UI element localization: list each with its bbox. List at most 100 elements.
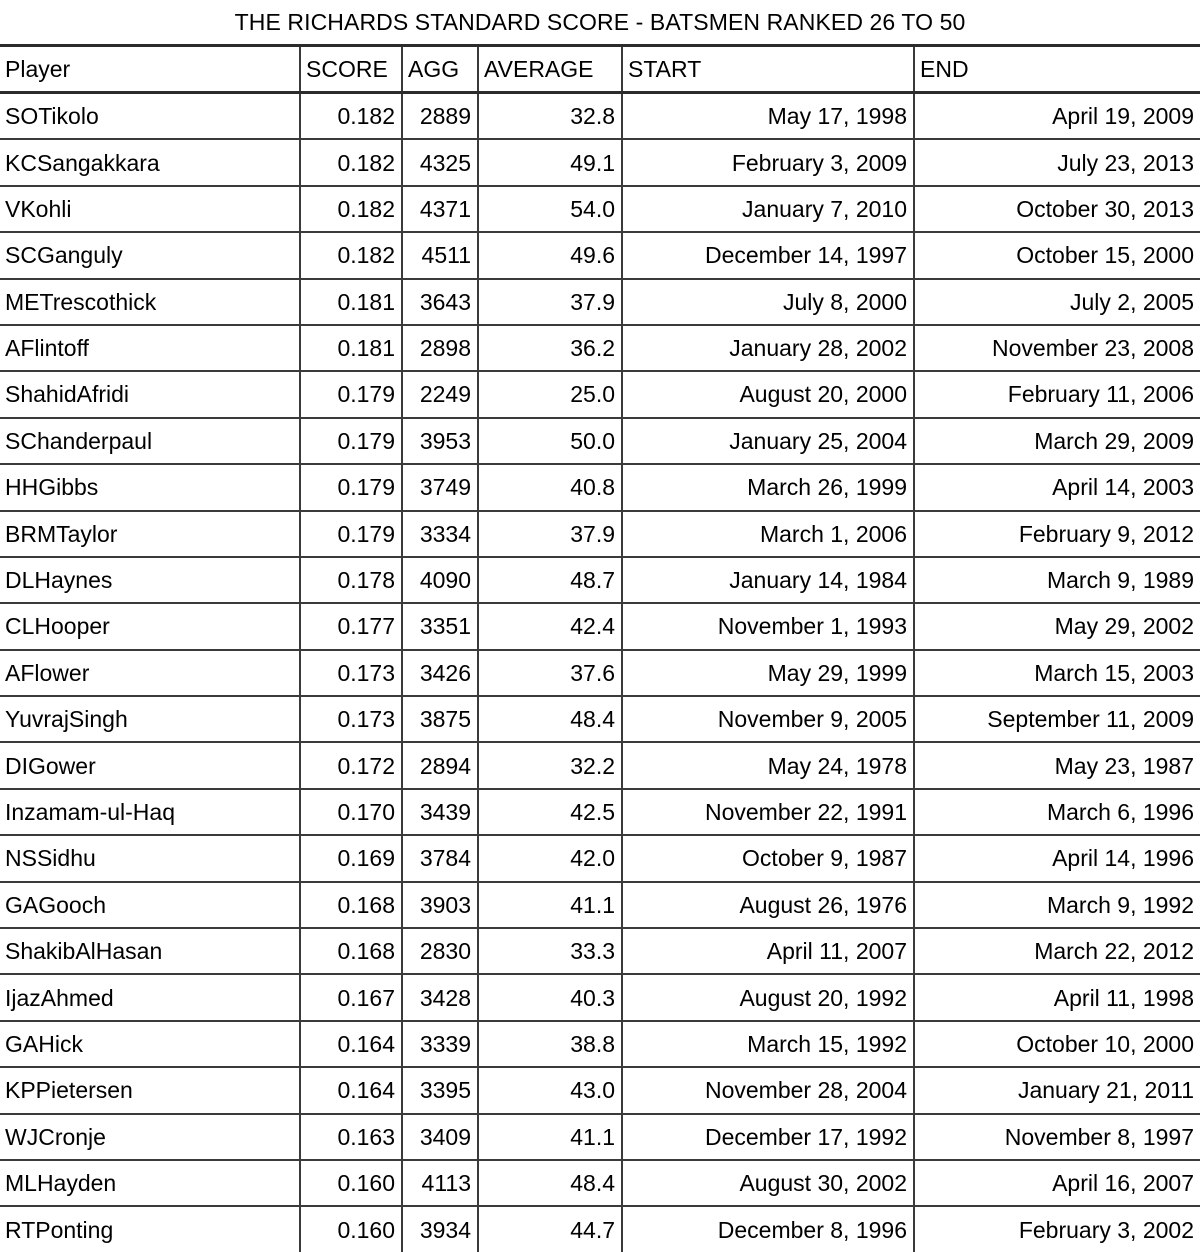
- cell-end[interactable]: March 22, 2012: [914, 928, 1200, 976]
- table-row[interactable]: BRMTaylor 0.179 3334 37.9 March 1, 2006 Febru…: [0, 510, 1200, 558]
- cell-start[interactable]: November 9, 2005: [622, 696, 915, 744]
- cell-start[interactable]: December 14, 1997: [622, 232, 915, 280]
- cell-score[interactable]: 0.179: [300, 510, 403, 558]
- cell-score[interactable]: 0.160: [300, 1206, 403, 1252]
- cell-player[interactable]: CLHooper: [0, 603, 301, 651]
- cell-agg[interactable]: 3875: [402, 696, 479, 744]
- cell-score[interactable]: 0.181: [300, 278, 403, 326]
- cell-end[interactable]: July 2, 2005: [914, 278, 1200, 326]
- cell-player[interactable]: Inzamam-ul-Haq: [0, 788, 301, 837]
- cell-average[interactable]: 48.7: [478, 556, 623, 605]
- table-row[interactable]: YuvrajSingh 0.173 3875 48.4 November 9, 2005…: [0, 696, 1200, 744]
- cell-agg[interactable]: 2830: [402, 928, 479, 976]
- cell-start[interactable]: March 26, 1999: [622, 464, 915, 512]
- cell-agg[interactable]: 2249: [402, 371, 479, 419]
- cell-end[interactable]: September 11, 2009: [914, 696, 1200, 744]
- cell-average[interactable]: 37.9: [478, 278, 623, 326]
- table-row[interactable]: AFlintoff 0.181 2898 36.2 January 28, 2002 No…: [0, 324, 1200, 373]
- cell-end[interactable]: March 15, 2003: [914, 649, 1200, 698]
- column-header-agg[interactable]: AGG: [402, 45, 479, 94]
- cell-score[interactable]: 0.170: [300, 788, 403, 837]
- cell-player[interactable]: SCGanguly: [0, 232, 301, 280]
- cell-agg[interactable]: 3749: [402, 464, 479, 512]
- cell-score[interactable]: 0.179: [300, 417, 403, 466]
- cell-player[interactable]: GAHick: [0, 1020, 301, 1069]
- cell-start[interactable]: January 7, 2010: [622, 185, 915, 234]
- cell-agg[interactable]: 2894: [402, 742, 479, 790]
- cell-score[interactable]: 0.164: [300, 1020, 403, 1069]
- cell-player[interactable]: DLHaynes: [0, 556, 301, 605]
- cell-player[interactable]: METrescothick: [0, 278, 301, 326]
- cell-average[interactable]: 42.0: [478, 835, 623, 883]
- cell-start[interactable]: November 28, 2004: [622, 1067, 915, 1115]
- table-row[interactable]: SOTikolo 0.182 2889 32.8 May 17, 1998 April 1…: [0, 92, 1200, 141]
- cell-average[interactable]: 37.9: [478, 510, 623, 558]
- cell-start[interactable]: August 20, 1992: [622, 974, 915, 1022]
- cell-agg[interactable]: 3409: [402, 1113, 479, 1161]
- cell-agg[interactable]: 3339: [402, 1020, 479, 1069]
- cell-agg[interactable]: 4371: [402, 185, 479, 234]
- cell-average[interactable]: 40.3: [478, 974, 623, 1022]
- cell-start[interactable]: January 25, 2004: [622, 417, 915, 466]
- cell-start[interactable]: November 1, 1993: [622, 603, 915, 651]
- cell-score[interactable]: 0.168: [300, 881, 403, 930]
- cell-start[interactable]: April 11, 2007: [622, 928, 915, 976]
- cell-average[interactable]: 41.1: [478, 1113, 623, 1161]
- cell-end[interactable]: March 6, 1996: [914, 788, 1200, 837]
- cell-start[interactable]: October 9, 1987: [622, 835, 915, 883]
- cell-average[interactable]: 48.4: [478, 696, 623, 744]
- cell-average[interactable]: 42.5: [478, 788, 623, 837]
- cell-average[interactable]: 50.0: [478, 417, 623, 466]
- table-row[interactable]: SChanderpaul 0.179 3953 50.0 January 25, 200…: [0, 417, 1200, 466]
- cell-agg[interactable]: 4090: [402, 556, 479, 605]
- cell-player[interactable]: MLHayden: [0, 1159, 301, 1208]
- cell-score[interactable]: 0.172: [300, 742, 403, 790]
- cell-score[interactable]: 0.164: [300, 1067, 403, 1115]
- cell-score[interactable]: 0.181: [300, 324, 403, 373]
- cell-average[interactable]: 54.0: [478, 185, 623, 234]
- cell-average[interactable]: 38.8: [478, 1020, 623, 1069]
- cell-agg[interactable]: 3334: [402, 510, 479, 558]
- cell-start[interactable]: August 30, 2002: [622, 1159, 915, 1208]
- cell-start[interactable]: August 20, 2000: [622, 371, 915, 419]
- cell-end[interactable]: April 14, 2003: [914, 464, 1200, 512]
- cell-player[interactable]: AFlintoff: [0, 324, 301, 373]
- table-row[interactable]: ShahidAfridi 0.179 2249 25.0 August 20, 2000…: [0, 371, 1200, 419]
- cell-player[interactable]: BRMTaylor: [0, 510, 301, 558]
- cell-end[interactable]: March 29, 2009: [914, 417, 1200, 466]
- cell-average[interactable]: 44.7: [478, 1206, 623, 1252]
- cell-agg[interactable]: 4511: [402, 232, 479, 280]
- table-row[interactable]: WJCronje 0.163 3409 41.1 December 17, 1992 No…: [0, 1113, 1200, 1161]
- table-row[interactable]: IjazAhmed 0.167 3428 40.3 August 20, 1992 Apr…: [0, 974, 1200, 1022]
- cell-agg[interactable]: 3428: [402, 974, 479, 1022]
- cell-player[interactable]: IjazAhmed: [0, 974, 301, 1022]
- cell-average[interactable]: 25.0: [478, 371, 623, 419]
- cell-start[interactable]: March 1, 2006: [622, 510, 915, 558]
- cell-end[interactable]: October 30, 2013: [914, 185, 1200, 234]
- cell-score[interactable]: 0.182: [300, 232, 403, 280]
- cell-start[interactable]: January 14, 1984: [622, 556, 915, 605]
- cell-end[interactable]: May 23, 1987: [914, 742, 1200, 790]
- table-row[interactable]: RTPonting 0.160 3934 44.7 December 8, 1996 Fe…: [0, 1206, 1200, 1252]
- cell-score[interactable]: 0.182: [300, 185, 403, 234]
- cell-average[interactable]: 43.0: [478, 1067, 623, 1115]
- table-row[interactable]: METrescothick 0.181 3643 37.9 July 8, 2000 Ju…: [0, 278, 1200, 326]
- cell-average[interactable]: 48.4: [478, 1159, 623, 1208]
- cell-agg[interactable]: 3439: [402, 788, 479, 837]
- cell-score[interactable]: 0.177: [300, 603, 403, 651]
- cell-player[interactable]: NSSidhu: [0, 835, 301, 883]
- cell-agg[interactable]: 4113: [402, 1159, 479, 1208]
- cell-score[interactable]: 0.178: [300, 556, 403, 605]
- cell-end[interactable]: July 23, 2013: [914, 139, 1200, 187]
- cell-player[interactable]: AFlower: [0, 649, 301, 698]
- table-row[interactable]: KPPietersen 0.164 3395 43.0 November 28, 200…: [0, 1067, 1200, 1115]
- cell-start[interactable]: December 17, 1992: [622, 1113, 915, 1161]
- cell-score[interactable]: 0.182: [300, 92, 403, 141]
- cell-average[interactable]: 32.2: [478, 742, 623, 790]
- table-row[interactable]: MLHayden 0.160 4113 48.4 August 30, 2002 Apri…: [0, 1159, 1200, 1208]
- cell-end[interactable]: November 8, 1997: [914, 1113, 1200, 1161]
- cell-player[interactable]: ShakibAlHasan: [0, 928, 301, 976]
- cell-score[interactable]: 0.173: [300, 649, 403, 698]
- cell-end[interactable]: February 3, 2002: [914, 1206, 1200, 1251]
- cell-average[interactable]: 49.6: [478, 232, 623, 280]
